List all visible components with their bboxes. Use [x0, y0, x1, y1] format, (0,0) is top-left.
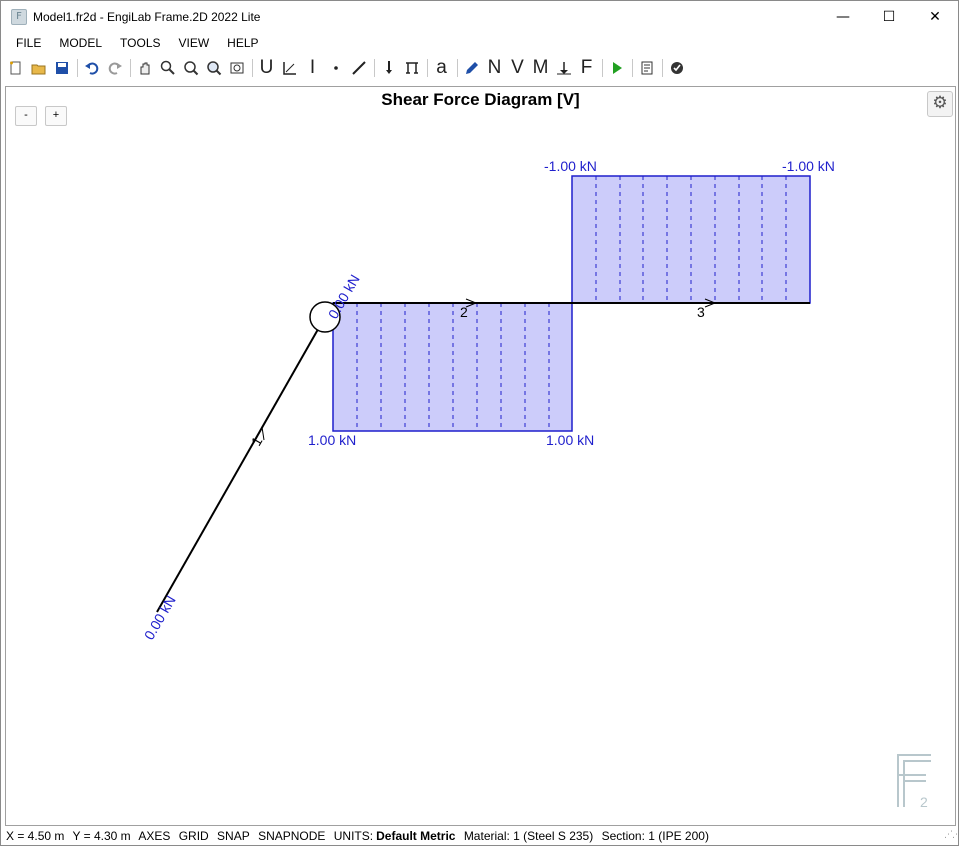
settings-gear-icon[interactable]: ⚙: [927, 91, 953, 117]
bending-moment-icon[interactable]: M: [530, 57, 551, 79]
pan-icon[interactable]: [134, 57, 155, 79]
shear-force-icon[interactable]: V: [507, 57, 528, 79]
toolbar-separator: [632, 59, 633, 77]
node-icon[interactable]: [325, 57, 346, 79]
menu-model[interactable]: MODEL: [50, 33, 111, 53]
toolbar-separator: [602, 59, 603, 77]
label-icon[interactable]: a: [431, 57, 452, 79]
close-button[interactable]: ✕: [912, 1, 958, 32]
resize-grip-icon[interactable]: ⋰⋰: [944, 825, 958, 843]
zoom-in-button[interactable]: +: [45, 106, 67, 126]
shear-force-diagram: 1 2 3 0.00 kN 0.00 kN 1.00 kN 1.00 kN -1…: [141, 158, 931, 810]
app-window: F Model1.fr2d - EngiLab Frame.2D 2022 Li…: [0, 0, 959, 846]
toolbar-separator: [77, 59, 78, 77]
menu-tools[interactable]: TOOLS: [111, 33, 169, 53]
drawing-canvas[interactable]: 1 2 3 0.00 kN 0.00 kN 1.00 kN 1.00 kN -1…: [5, 86, 956, 826]
pencil-icon[interactable]: [461, 57, 482, 79]
f2-logo-watermark: 2: [897, 754, 931, 810]
title-bar: F Model1.fr2d - EngiLab Frame.2D 2022 Li…: [1, 1, 958, 32]
status-section: Section: 1 (IPE 200): [601, 829, 709, 843]
diagram-title: Shear Force Diagram [V]: [381, 90, 580, 109]
toolbar-separator: [662, 59, 663, 77]
shear-label-m3-end: -1.00 kN: [782, 158, 835, 174]
app-icon: F: [11, 8, 27, 25]
section-icon[interactable]: I: [302, 57, 323, 79]
zoom-extents-icon[interactable]: [180, 57, 201, 79]
menu-file[interactable]: FILE: [1, 33, 50, 53]
line-icon[interactable]: [348, 57, 369, 79]
member-1[interactable]: [156, 316, 326, 613]
menu-help[interactable]: HELP: [218, 33, 267, 53]
shear-label-m1-start: 0.00 kN: [141, 593, 179, 643]
status-snapnode-toggle[interactable]: SNAPNODE: [258, 829, 325, 843]
menu-bar: FILE MODEL TOOLS VIEW HELP: [1, 33, 958, 53]
save-icon[interactable]: [51, 57, 72, 79]
maximize-button[interactable]: ☐: [866, 1, 912, 32]
check-icon[interactable]: [666, 57, 687, 79]
window-controls: — ☐ ✕: [820, 1, 958, 32]
window-title: Model1.fr2d - EngiLab Frame.2D 2022 Lite: [33, 9, 261, 24]
shear-label-m2-start: 1.00 kN: [308, 432, 356, 448]
redo-icon[interactable]: [104, 57, 125, 79]
status-units-value: Default Metric: [376, 829, 456, 843]
forces-icon[interactable]: F: [576, 57, 597, 79]
new-file-icon[interactable]: [5, 57, 26, 79]
status-bar: X = 4.50 m Y = 4.30 m AXES GRID SNAP SNA…: [1, 825, 958, 845]
status-snap-toggle[interactable]: SNAP: [217, 829, 250, 843]
status-units-label: UNITS:: [333, 829, 374, 843]
support-icon[interactable]: [401, 57, 422, 79]
toolbar-separator: [457, 59, 458, 77]
axial-force-icon[interactable]: N: [484, 57, 505, 79]
zoom-previous-icon[interactable]: [226, 57, 247, 79]
shear-label-m3-start: -1.00 kN: [544, 158, 597, 174]
member-2-number: 2: [460, 304, 468, 320]
axes-icon[interactable]: [279, 57, 300, 79]
status-axes-toggle[interactable]: AXES: [138, 829, 170, 843]
member-3-number: 3: [697, 304, 705, 320]
undo-icon[interactable]: [81, 57, 102, 79]
toolbar-separator: [374, 59, 375, 77]
toolbar-separator: [130, 59, 131, 77]
minimize-button[interactable]: —: [820, 1, 866, 32]
report-icon[interactable]: [636, 57, 657, 79]
shear-label-m2-end: 1.00 kN: [546, 432, 594, 448]
zoom-window-icon[interactable]: [203, 57, 224, 79]
status-material: Material: 1 (Steel S 235): [463, 829, 594, 843]
load-icon[interactable]: [378, 57, 399, 79]
toolbar-separator: [252, 59, 253, 77]
open-folder-icon[interactable]: [28, 57, 49, 79]
svg-text:2: 2: [920, 794, 928, 810]
zoom-out-button[interactable]: -: [15, 106, 37, 126]
reactions-icon[interactable]: [553, 57, 574, 79]
zoom-in-icon[interactable]: [157, 57, 178, 79]
status-grid-toggle[interactable]: GRID: [179, 829, 209, 843]
run-icon[interactable]: [606, 57, 627, 79]
toolbar: U I a N V M F: [1, 56, 958, 80]
toolbar-separator: [427, 59, 428, 77]
status-units: UNITS: Default Metric: [334, 829, 456, 843]
units-icon[interactable]: U: [256, 57, 277, 79]
status-y-coordinate: Y = 4.30 m: [72, 829, 131, 843]
status-x-coordinate: X = 4.50 m: [6, 829, 65, 843]
menu-view[interactable]: VIEW: [170, 33, 219, 53]
